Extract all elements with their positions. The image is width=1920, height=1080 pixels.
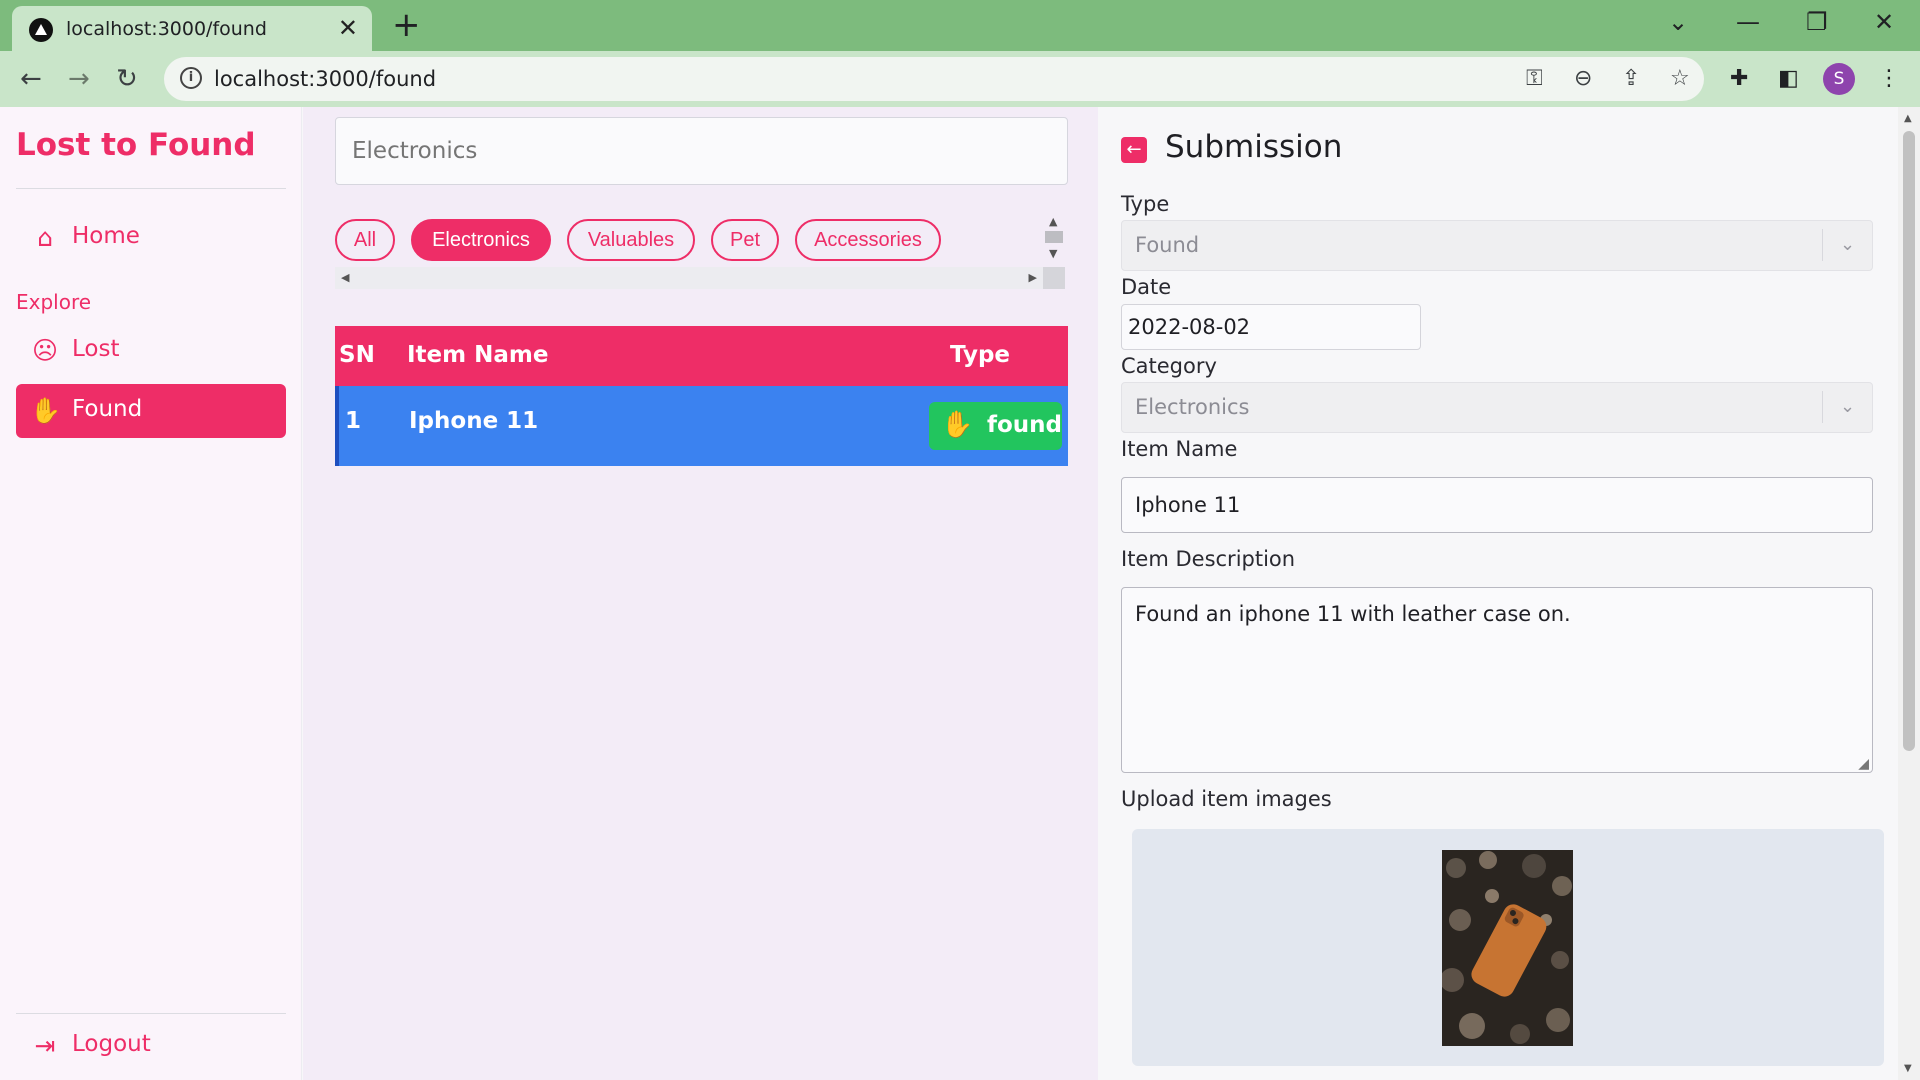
browser-tab-bar: localhost:3000/found ✕ + ⌄ — ❐ ✕ (0, 0, 1920, 51)
upload-label: Upload item images (1121, 787, 1332, 811)
description-label: Item Description (1121, 547, 1296, 571)
chevron-down-icon: ⌄ (1822, 391, 1872, 423)
app-root: Lost to Found ⌂ Home Explore ☹ Lost ✋ Fo… (0, 107, 1920, 1080)
tab-title: localhost:3000/found (66, 18, 267, 40)
kebab-menu-icon[interactable]: ⋮ (1878, 61, 1900, 97)
item-name-field[interactable]: Iphone 11 (1121, 477, 1873, 533)
zoom-out-icon[interactable]: ⊖ (1574, 63, 1592, 95)
browser-tab[interactable]: localhost:3000/found ✕ (12, 6, 372, 51)
page-scrollbar[interactable]: ▲ ▼ (1898, 107, 1920, 1080)
chips-vertical-scrollbar[interactable]: ▲ ▼ (1043, 213, 1065, 263)
date-field[interactable]: 2022-08-02 (1121, 304, 1421, 350)
item-image-thumbnail[interactable] (1442, 850, 1573, 1046)
key-icon[interactable]: ⚿ (1526, 63, 1543, 95)
back-arrow-icon[interactable]: ← (20, 59, 42, 99)
profile-avatar[interactable]: S (1823, 63, 1855, 95)
chevron-down-icon: ⌄ (1822, 229, 1872, 261)
row-item-name: Iphone 11 (409, 408, 539, 434)
sidebar: Lost to Found ⌂ Home Explore ☹ Lost ✋ Fo… (0, 107, 302, 1080)
scroll-left-icon[interactable]: ◀ (341, 271, 349, 284)
table-row[interactable]: 1 Iphone 11 ✋ found (335, 386, 1068, 466)
chip-valuables[interactable]: Valuables (567, 219, 695, 261)
close-window-icon[interactable]: ✕ (1874, 6, 1894, 38)
date-value: 2022-08-02 (1128, 315, 1251, 339)
image-upload-area[interactable] (1132, 829, 1884, 1066)
sidebar-item-found[interactable]: ✋ Found (16, 384, 286, 438)
row-sn: 1 (345, 408, 362, 434)
chip-pet[interactable]: Pet (711, 219, 779, 261)
item-name-label: Item Name (1121, 437, 1238, 461)
type-select: Found ⌄ (1121, 220, 1873, 271)
scroll-down-icon[interactable]: ▼ (1904, 1063, 1912, 1074)
hand-icon: ✋ (941, 410, 974, 440)
star-icon[interactable]: ☆ (1670, 63, 1690, 95)
sidebar-item-label: Lost (72, 336, 120, 362)
page-title: Submission (1165, 129, 1343, 165)
category-label: Category (1121, 354, 1217, 378)
home-icon: ⌂ (37, 223, 53, 252)
tab-search-icon[interactable]: ⌄ (1668, 6, 1688, 38)
badge-label: found (987, 412, 1063, 438)
restore-icon[interactable]: ❐ (1806, 6, 1828, 38)
logout-button[interactable]: ⇥ Logout (16, 1019, 286, 1073)
sidebar-divider (16, 1013, 286, 1014)
item-name-value: Iphone 11 (1135, 493, 1241, 517)
new-tab-icon[interactable]: + (392, 6, 421, 44)
scroll-thumb[interactable] (1903, 131, 1915, 751)
browser-toolbar: ← → ↻ i localhost:3000/found ⚿ ⊖ ⇪ ☆ ✚ ◧… (0, 51, 1920, 107)
type-value: Found (1135, 233, 1200, 257)
forward-arrow-icon[interactable]: → (68, 59, 90, 99)
scroll-up-icon[interactable]: ▲ (1049, 215, 1057, 228)
status-badge: ✋ found (929, 402, 1062, 450)
logout-icon: ⇥ (34, 1031, 56, 1060)
category-value: Electronics (1135, 395, 1250, 419)
sidebar-item-label: Found (72, 396, 143, 422)
item-photo-graphic (1442, 850, 1573, 1046)
hand-icon: ✋ (30, 396, 62, 425)
puzzle-icon[interactable]: ✚ (1730, 61, 1748, 97)
chip-all[interactable]: All (335, 219, 395, 261)
sidebar-item-label: Home (72, 223, 140, 249)
date-label: Date (1121, 275, 1172, 299)
resize-handle-icon[interactable]: ◢ (1858, 756, 1869, 772)
chip-accessories[interactable]: Accessories (795, 219, 941, 261)
description-value: Found an iphone 11 with leather case on. (1135, 602, 1571, 626)
scroll-right-icon[interactable]: ▶ (1029, 271, 1037, 284)
brand-title[interactable]: Lost to Found (16, 127, 256, 163)
address-bar[interactable]: i localhost:3000/found ⚿ ⊖ ⇪ ☆ (164, 57, 1704, 101)
header-sn: SN (339, 342, 375, 368)
search-input[interactable] (335, 117, 1068, 185)
chip-electronics[interactable]: Electronics (411, 219, 551, 261)
sidebar-divider (16, 188, 286, 189)
section-label-explore: Explore (16, 290, 92, 314)
share-icon[interactable]: ⇪ (1622, 63, 1640, 95)
items-table: SN Item Name Type 1 Iphone 11 ✋ found (335, 326, 1068, 466)
description-textarea[interactable]: Found an iphone 11 with leather case on.… (1121, 587, 1873, 773)
table-header: SN Item Name Type (335, 326, 1068, 386)
items-list-panel: All Electronics Valuables Pet Accessorie… (303, 107, 1098, 1080)
header-item-name: Item Name (407, 342, 549, 368)
reload-icon[interactable]: ↻ (116, 59, 138, 99)
submission-panel: ← Submission Type Found ⌄ Date 2022-08-0… (1099, 107, 1898, 1080)
back-arrow-icon[interactable]: ← (1121, 137, 1147, 163)
address-url[interactable]: localhost:3000/found (214, 67, 436, 91)
scroll-up-icon[interactable]: ▲ (1904, 113, 1912, 124)
chips-horizontal-scrollbar[interactable]: ◀ ▶ (335, 267, 1043, 289)
scrollbar-corner (1043, 267, 1065, 289)
sidebar-item-lost[interactable]: ☹ Lost (16, 324, 286, 378)
scroll-thumb[interactable] (1045, 231, 1063, 243)
sad-face-icon: ☹ (31, 336, 59, 365)
favicon-icon (29, 18, 53, 42)
category-select: Electronics ⌄ (1121, 382, 1873, 433)
tab-close-icon[interactable]: ✕ (338, 14, 358, 42)
sidebar-item-home[interactable]: ⌂ Home (16, 211, 286, 265)
header-type: Type (950, 342, 1011, 368)
type-label: Type (1121, 192, 1170, 216)
minimize-icon[interactable]: — (1736, 6, 1760, 38)
logout-label: Logout (72, 1031, 151, 1057)
side-panel-icon[interactable]: ◧ (1778, 61, 1799, 97)
scroll-down-icon[interactable]: ▼ (1049, 247, 1057, 260)
info-icon[interactable]: i (180, 67, 202, 89)
